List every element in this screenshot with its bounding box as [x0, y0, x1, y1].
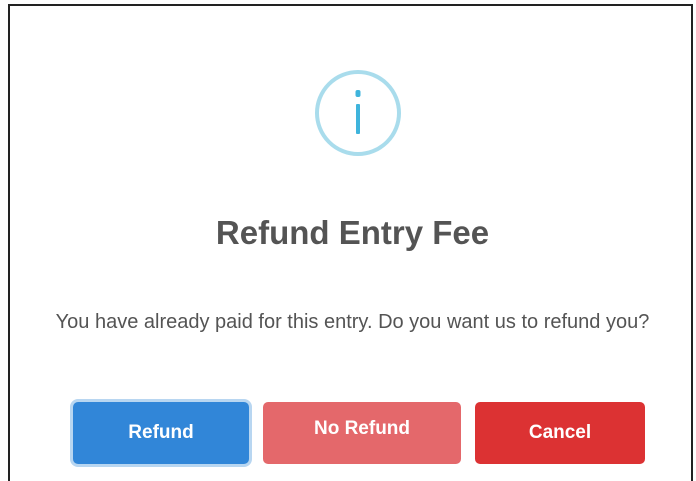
cancel-button[interactable]: Cancel	[475, 402, 645, 464]
no-refund-button[interactable]: No Refund	[263, 402, 461, 464]
refund-dialog: Refund Entry Fee You have already paid f…	[8, 4, 693, 481]
refund-button[interactable]: Refund	[73, 402, 249, 464]
info-icon	[315, 70, 401, 156]
dialog-title: Refund Entry Fee	[215, 214, 490, 251]
dialog-message: You have already paid for this entry. Do…	[55, 311, 650, 333]
